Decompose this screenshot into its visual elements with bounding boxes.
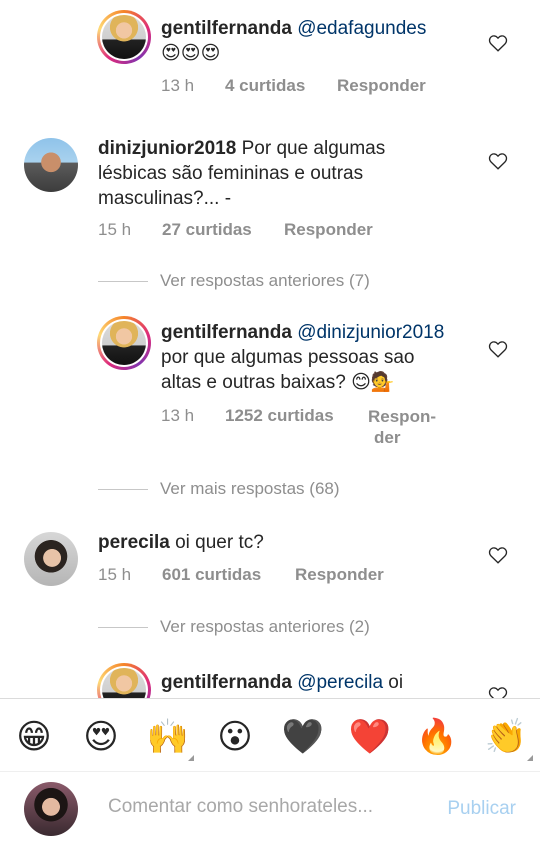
comment-time: 13 h <box>161 406 195 425</box>
comment-text: gentilfernanda @dinizjunior2018 por que … <box>161 320 491 395</box>
comment-input[interactable]: Comentar como senhorateles... <box>108 796 373 818</box>
reply-button[interactable]: Respon- der <box>368 406 436 448</box>
comment-meta: 15 h 601 curtidas Responder <box>98 565 384 585</box>
like-heart-icon[interactable] <box>488 546 508 564</box>
comment-body: por que algumas pessoas sao <box>161 347 415 368</box>
comment-text: perecila oi quer tc? <box>98 530 448 555</box>
comment-meta: 13 h 4 curtidas Responder <box>161 76 426 96</box>
surprised-face-icon[interactable]: 😮 <box>213 715 257 759</box>
comment-text: dinizjunior2018 Por que algumas lésbicas… <box>98 136 448 211</box>
comment-mention[interactable]: @dinizjunior2018 <box>297 322 444 343</box>
comment-body: 😍😍😍 <box>161 43 221 64</box>
comment-time: 13 h <box>161 76 195 95</box>
like-heart-icon[interactable] <box>488 34 508 52</box>
reply-label[interactable]: Respon- <box>368 406 436 427</box>
like-heart-icon[interactable] <box>488 340 508 358</box>
heart-eyes-icon[interactable]: 😍 <box>79 715 123 759</box>
comment-likes[interactable]: 4 curtidas <box>225 76 337 96</box>
reply-label[interactable]: der <box>368 427 400 448</box>
emoji-quick-bar: 😁 😍 🙌 😮 🖤 ❤️ 🔥 👏 <box>0 698 540 772</box>
divider-line <box>98 280 148 282</box>
comment-username[interactable]: gentilfernanda <box>161 672 292 693</box>
avatar[interactable] <box>24 532 78 586</box>
comment-username[interactable]: dinizjunior2018 <box>98 138 236 159</box>
view-more-label[interactable]: Ver mais respostas (68) <box>160 479 340 499</box>
view-more-label[interactable]: Ver respostas anteriores (7) <box>160 271 370 291</box>
reply-button[interactable]: Responder <box>337 76 426 96</box>
comment-body: altas e outras baixas? 😊💁 <box>161 372 395 393</box>
avatar[interactable] <box>24 138 78 192</box>
comment-likes[interactable]: 1252 curtidas <box>225 406 368 448</box>
avatar[interactable] <box>97 10 151 64</box>
avatar[interactable] <box>97 316 151 370</box>
comment-username[interactable]: gentilfernanda <box>161 322 292 343</box>
comment-composer: Comentar como senhorateles... Publicar <box>0 772 540 846</box>
comment-time: 15 h <box>98 565 132 584</box>
comment-username[interactable]: gentilfernanda <box>161 18 292 39</box>
view-previous-replies[interactable]: Ver respostas anteriores (2) <box>98 615 498 639</box>
raising-hands-icon[interactable]: 🙌 <box>146 715 190 759</box>
red-heart-icon[interactable]: ❤️ <box>348 715 392 759</box>
view-more-label[interactable]: Ver respostas anteriores (2) <box>160 617 370 637</box>
like-heart-icon[interactable] <box>488 152 508 170</box>
clapping-hands-icon[interactable]: 👏 <box>484 715 528 759</box>
view-previous-replies[interactable]: Ver respostas anteriores (7) <box>98 269 498 293</box>
reply-button[interactable]: Responder <box>295 565 384 585</box>
comment-meta: 13 h 1252 curtidas Respon- der <box>161 406 436 448</box>
comment-body: masculinas?... - <box>98 188 232 209</box>
comment-text: gentilfernanda @edafagundes 😍😍😍 <box>161 16 481 66</box>
avatar[interactable] <box>97 663 151 698</box>
comment-time: 15 h <box>98 220 132 239</box>
skin-tone-indicator-icon <box>527 755 533 761</box>
comment-body: oi quer tc? <box>175 532 264 553</box>
fire-icon[interactable]: 🔥 <box>415 715 459 759</box>
comment-body: Por que algumas <box>241 138 386 159</box>
grinning-face-icon[interactable]: 😁 <box>12 715 56 759</box>
black-heart-icon[interactable]: 🖤 <box>281 715 325 759</box>
skin-tone-indicator-icon <box>188 755 194 761</box>
comment-likes[interactable]: 27 curtidas <box>162 220 284 240</box>
comments-list: gentilfernanda @edafagundes 😍😍😍 13 h 4 c… <box>0 0 540 698</box>
comment-body: lésbicas são femininas e outras <box>98 163 364 184</box>
comment-meta: 15 h 27 curtidas Responder <box>98 220 373 240</box>
comment-text: gentilfernanda @perecila oi <box>161 670 491 695</box>
current-user-avatar <box>24 782 78 836</box>
comment-mention[interactable]: @perecila <box>297 672 383 693</box>
divider-line <box>98 626 148 628</box>
comment-likes[interactable]: 601 curtidas <box>162 565 295 585</box>
comment-username[interactable]: perecila <box>98 532 170 553</box>
divider-line <box>98 488 148 490</box>
comment-body: oi <box>388 672 404 693</box>
comment-mention[interactable]: @edafagundes <box>297 18 426 39</box>
view-more-replies[interactable]: Ver mais respostas (68) <box>98 477 498 501</box>
like-heart-icon[interactable] <box>488 686 508 698</box>
reply-button[interactable]: Responder <box>284 220 373 240</box>
post-button[interactable]: Publicar <box>447 798 516 820</box>
